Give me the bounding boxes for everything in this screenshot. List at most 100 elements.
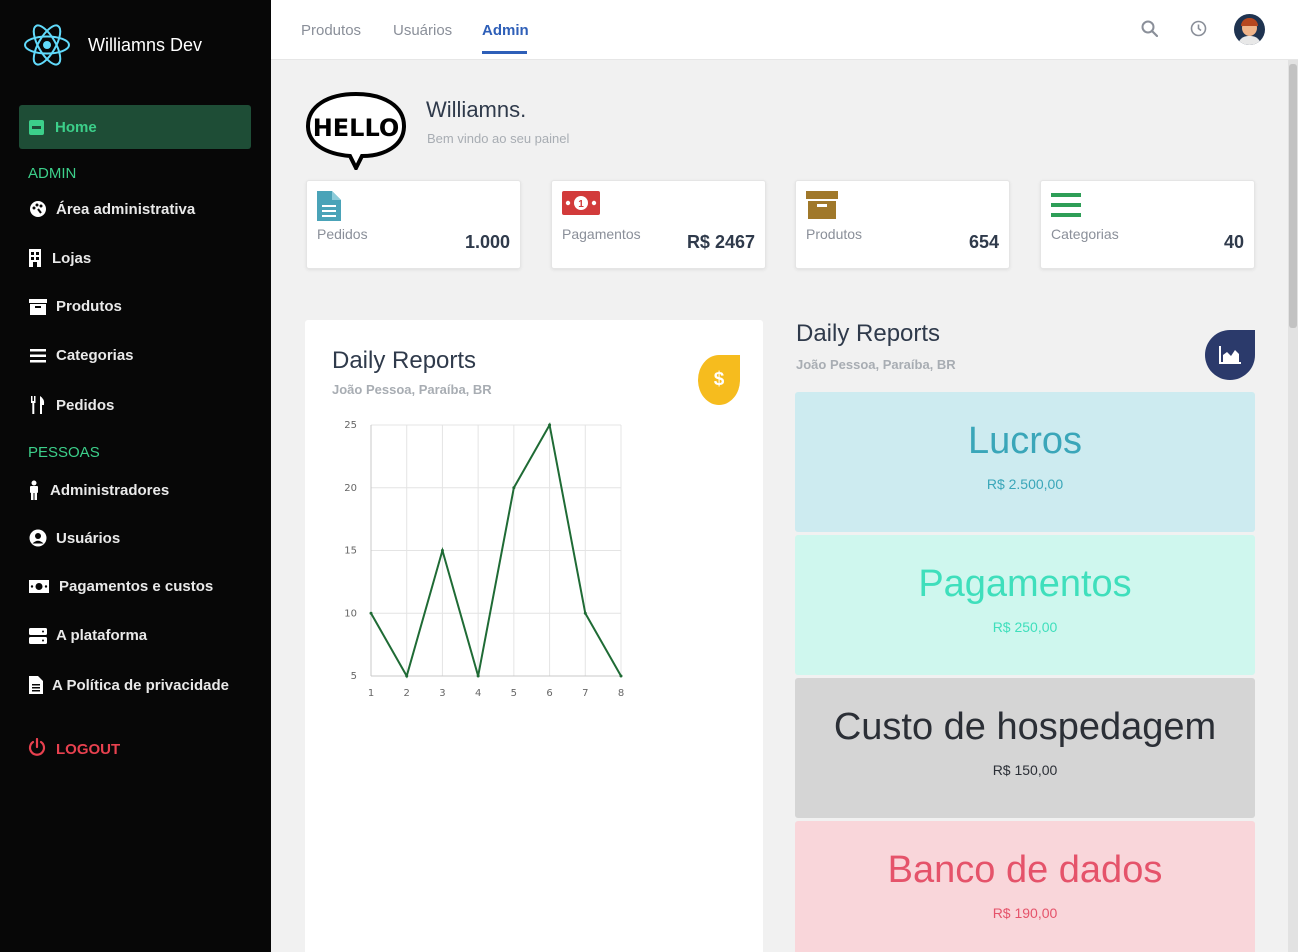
- greeting-subtitle: Bem vindo ao seu painel: [427, 131, 570, 146]
- panel-pagamentos: Pagamentos R$ 250,00: [795, 535, 1255, 675]
- utensils-icon: [28, 396, 48, 414]
- panel-title: Lucros: [967, 420, 1083, 462]
- x-tick-label: 8: [618, 688, 624, 699]
- clock-icon[interactable]: [1190, 20, 1207, 42]
- sidebar-item-home[interactable]: Home: [19, 105, 251, 149]
- data-point: [548, 423, 552, 427]
- data-point: [405, 674, 409, 678]
- logout-button[interactable]: LOGOUT: [28, 737, 121, 760]
- home-icon: [29, 119, 44, 135]
- avatar[interactable]: [1234, 14, 1265, 45]
- tab-produtos[interactable]: Produtos: [301, 22, 361, 39]
- section-pessoas: PESSOAS: [28, 444, 100, 461]
- sidebar-item-administradores[interactable]: Administradores: [28, 480, 169, 500]
- topbar: Produtos Usuários Admin: [271, 0, 1298, 60]
- chart-area-icon[interactable]: [1205, 330, 1255, 380]
- svg-text:1: 1: [578, 199, 584, 210]
- building-icon: [28, 249, 42, 267]
- sidebar-item-label: Lojas: [52, 249, 92, 267]
- x-tick-label: 3: [439, 688, 445, 699]
- hello-illustration: HELLO: [304, 90, 408, 175]
- panel-banco-de-dados: Banco de dados R$ 190,00: [795, 821, 1255, 952]
- tab-admin[interactable]: Admin: [482, 22, 529, 39]
- data-point: [440, 549, 444, 552]
- y-tick-label: 5: [351, 671, 357, 682]
- data-point: [583, 611, 587, 615]
- brand[interactable]: Williamns Dev: [22, 22, 202, 68]
- data-point: [369, 611, 373, 615]
- active-tab-indicator: [482, 51, 527, 54]
- daily-reports-chart-card: Daily Reports João Pessoa, Paraíba, BR $…: [305, 320, 763, 952]
- panel-title: Pagamentos: [918, 563, 1132, 605]
- data-point: [476, 674, 480, 678]
- badge-symbol: $: [713, 369, 725, 390]
- dollar-icon: $: [698, 355, 740, 405]
- sidebar-item-categorias[interactable]: Categorias: [28, 347, 134, 364]
- sidebar-item-pagamentos-e-custos[interactable]: Pagamentos e custos: [28, 578, 213, 595]
- hello-text: HELLO: [313, 114, 400, 142]
- panel-value: R$ 190,00: [992, 905, 1058, 921]
- sidebar-item-usuarios[interactable]: Usuários: [28, 529, 120, 547]
- server-icon: [28, 627, 48, 644]
- right-report-title: Daily Reports: [796, 320, 941, 347]
- card-title: Daily Reports: [332, 347, 477, 374]
- stat-label: Categorias: [1051, 226, 1119, 242]
- sidebar-item-label: A plataforma: [56, 627, 148, 644]
- sidebar-item-label: Usuários: [56, 529, 121, 547]
- archive-icon: [806, 191, 838, 224]
- panel-value: R$ 150,00: [992, 762, 1058, 778]
- card-subtitle: João Pessoa, Paraíba, BR: [332, 382, 492, 397]
- panel-lucros: Lucros R$ 2.500,00: [795, 392, 1255, 532]
- sidebar-item-lojas[interactable]: Lojas: [28, 249, 91, 267]
- money-bill-icon: 1: [562, 191, 600, 220]
- y-tick-label: 25: [344, 420, 357, 431]
- panel-value: R$ 2.500,00: [986, 476, 1064, 492]
- sidebar-item-label: Produtos: [56, 298, 122, 315]
- panel-title: Banco de dados: [887, 849, 1163, 891]
- stat-value: 654: [968, 232, 999, 252]
- person-icon: [28, 480, 40, 500]
- sidebar-item-pedidos[interactable]: Pedidos: [28, 396, 114, 414]
- sidebar-item-produtos[interactable]: Produtos: [28, 298, 122, 315]
- panel-value: R$ 250,00: [992, 619, 1058, 635]
- stat-value: R$ 2467: [686, 232, 755, 252]
- stat-card-categorias[interactable]: Categorias 40: [1040, 180, 1255, 269]
- stat-value: 1.000: [464, 232, 510, 252]
- list-icon: [28, 348, 48, 363]
- greeting-name: Williamns.: [426, 97, 527, 122]
- sidebar-item-politica-de-privacidade[interactable]: A Política de privacidade: [28, 676, 229, 694]
- money-icon: [28, 580, 50, 593]
- sidebar-item-label: Home: [55, 118, 97, 136]
- stat-label: Produtos: [806, 226, 863, 242]
- data-point: [512, 486, 516, 490]
- stat-card-pagamentos[interactable]: 1 Pagamentos R$ 2467: [551, 180, 766, 269]
- sidebar-item-label: Área administrativa: [56, 200, 196, 218]
- section-admin: ADMIN: [28, 165, 77, 182]
- search-icon[interactable]: [1141, 20, 1159, 42]
- x-tick-label: 2: [404, 688, 410, 699]
- panel-custo-de-hospedagem: Custo de hospedagem R$ 150,00: [795, 678, 1255, 818]
- sidebar-item-label: A Política de privacidade: [52, 676, 230, 694]
- brand-name: Williamns Dev: [88, 34, 203, 55]
- tab-usuarios[interactable]: Usuários: [393, 22, 452, 39]
- sidebar-item-label: Administradores: [50, 481, 170, 499]
- stat-value: 40: [1223, 232, 1244, 252]
- sidebar-item-a-plataforma[interactable]: A plataforma: [28, 627, 147, 644]
- power-icon: [28, 737, 46, 760]
- react-logo-icon: [24, 24, 70, 66]
- x-tick-label: 5: [511, 688, 517, 699]
- x-tick-label: 6: [546, 688, 552, 699]
- stat-card-pedidos[interactable]: Pedidos 1.000: [306, 180, 521, 269]
- y-tick-label: 20: [344, 483, 357, 494]
- scrollbar-thumb[interactable]: [1289, 64, 1297, 328]
- sidebar-item-area-administrativa[interactable]: Área administrativa: [28, 200, 195, 218]
- stat-label: Pagamentos: [562, 226, 641, 242]
- y-tick-label: 15: [344, 546, 357, 557]
- data-point: [619, 674, 623, 678]
- stat-card-produtos[interactable]: Produtos 654: [795, 180, 1010, 269]
- sidebar-item-label: Categorias: [56, 347, 134, 364]
- user-circle-icon: [28, 529, 48, 547]
- x-tick-label: 4: [475, 688, 481, 699]
- x-tick-label: 1: [368, 688, 374, 699]
- logout-label: LOGOUT: [56, 740, 121, 758]
